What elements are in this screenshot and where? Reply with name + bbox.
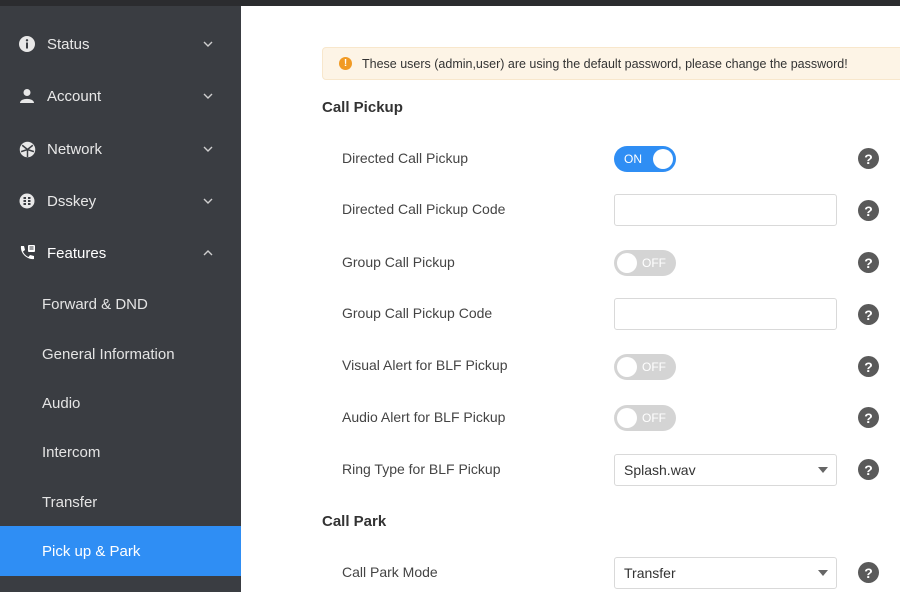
chevron-down-icon: [203, 93, 213, 99]
sidebar-item-label: Dsskey: [47, 192, 97, 210]
sidebar-subitem-label: Forward & DND: [42, 295, 148, 313]
sidebar-subitem-forward-dnd[interactable]: Forward & DND: [0, 279, 241, 329]
sidebar-subitem-label: General Information: [42, 345, 175, 363]
sidebar-item-dsskey[interactable]: Dsskey: [0, 175, 241, 227]
user-icon: [18, 87, 36, 105]
phone-features-icon: [18, 244, 36, 262]
group-call-pickup-code-input[interactable]: [614, 298, 837, 330]
directed-call-pickup-label: Directed Call Pickup: [342, 150, 469, 166]
dsskey-icon: [18, 192, 36, 210]
group-call-pickup-label: Group Call Pickup: [342, 254, 455, 270]
toggle-knob: [653, 149, 673, 169]
sidebar-item-account[interactable]: Account: [0, 70, 241, 122]
toggle-knob: [617, 408, 637, 428]
alert-text: These users (admin,user) are using the d…: [362, 56, 848, 71]
sidebar-item-features[interactable]: Features: [0, 227, 241, 279]
audio-alert-blf-pickup-label: Audio Alert for BLF Pickup: [342, 409, 506, 425]
select-value: Splash.wav: [624, 462, 696, 478]
section-title-call-park: Call Park: [322, 513, 387, 530]
help-icon[interactable]: ?: [858, 200, 879, 221]
chevron-up-icon: [203, 250, 213, 256]
help-icon[interactable]: ?: [858, 304, 879, 325]
sidebar-subitem-label: Intercom: [42, 443, 101, 461]
select-value: Transfer: [624, 565, 676, 581]
help-icon[interactable]: ?: [858, 407, 879, 428]
main-content: ! These users (admin,user) are using the…: [241, 6, 900, 592]
help-icon[interactable]: ?: [858, 148, 879, 169]
sidebar-subitem-pickup-park[interactable]: Pick up & Park: [0, 526, 241, 576]
caret-down-icon: [818, 467, 828, 473]
sidebar-subitem-label: Pick up & Park: [42, 542, 141, 560]
visual-alert-blf-pickup-toggle[interactable]: OFF: [614, 354, 676, 380]
group-call-pickup-code-label: Group Call Pickup Code: [342, 305, 493, 321]
chevron-down-icon: [203, 41, 213, 47]
sidebar-item-network[interactable]: Network: [0, 123, 241, 175]
warning-icon: !: [339, 57, 352, 70]
info-icon: [18, 35, 36, 53]
directed-call-pickup-code-input[interactable]: [614, 194, 837, 226]
help-icon[interactable]: ?: [858, 562, 879, 583]
audio-alert-blf-pickup-toggle[interactable]: OFF: [614, 405, 676, 431]
sidebar-subitem-label: Transfer: [42, 493, 98, 511]
sidebar-subitem-audio[interactable]: Audio: [0, 378, 241, 428]
caret-down-icon: [818, 570, 828, 576]
sidebar-item-status[interactable]: Status: [0, 18, 241, 70]
directed-call-pickup-code-label: Directed Call Pickup Code: [342, 201, 506, 217]
network-icon: [18, 140, 36, 158]
toggle-state-label: OFF: [642, 411, 666, 425]
sidebar-item-label: Features: [47, 244, 107, 262]
directed-call-pickup-toggle[interactable]: ON: [614, 146, 676, 172]
call-park-mode-label: Call Park Mode: [342, 564, 438, 580]
toggle-state-label: OFF: [642, 360, 666, 374]
chevron-down-icon: [203, 146, 213, 152]
call-park-mode-select[interactable]: Transfer: [614, 557, 837, 589]
section-title-call-pickup: Call Pickup: [322, 99, 403, 116]
sidebar-subitem-transfer[interactable]: Transfer: [0, 477, 241, 527]
help-icon[interactable]: ?: [858, 252, 879, 273]
ring-type-blf-pickup-label: Ring Type for BLF Pickup: [342, 461, 501, 477]
sidebar-item-label: Account: [47, 87, 102, 105]
visual-alert-blf-pickup-label: Visual Alert for BLF Pickup: [342, 357, 508, 373]
toggle-knob: [617, 357, 637, 377]
sidebar-item-label: Network: [47, 140, 103, 158]
ring-type-blf-pickup-select[interactable]: Splash.wav: [614, 454, 837, 486]
help-icon[interactable]: ?: [858, 459, 879, 480]
sidebar-subitem-intercom[interactable]: Intercom: [0, 427, 241, 477]
group-call-pickup-toggle[interactable]: OFF: [614, 250, 676, 276]
sidebar-subitem-general-information[interactable]: General Information: [0, 329, 241, 379]
chevron-down-icon: [203, 198, 213, 204]
sidebar-item-label: Status: [47, 35, 90, 53]
toggle-state-label: ON: [624, 152, 642, 166]
sidebar: Status Account Network Dsskey Features F…: [0, 6, 241, 592]
sidebar-subitem-label: Audio: [42, 394, 81, 412]
default-password-alert: ! These users (admin,user) are using the…: [322, 47, 900, 80]
toggle-state-label: OFF: [642, 256, 666, 270]
help-icon[interactable]: ?: [858, 356, 879, 377]
toggle-knob: [617, 253, 637, 273]
